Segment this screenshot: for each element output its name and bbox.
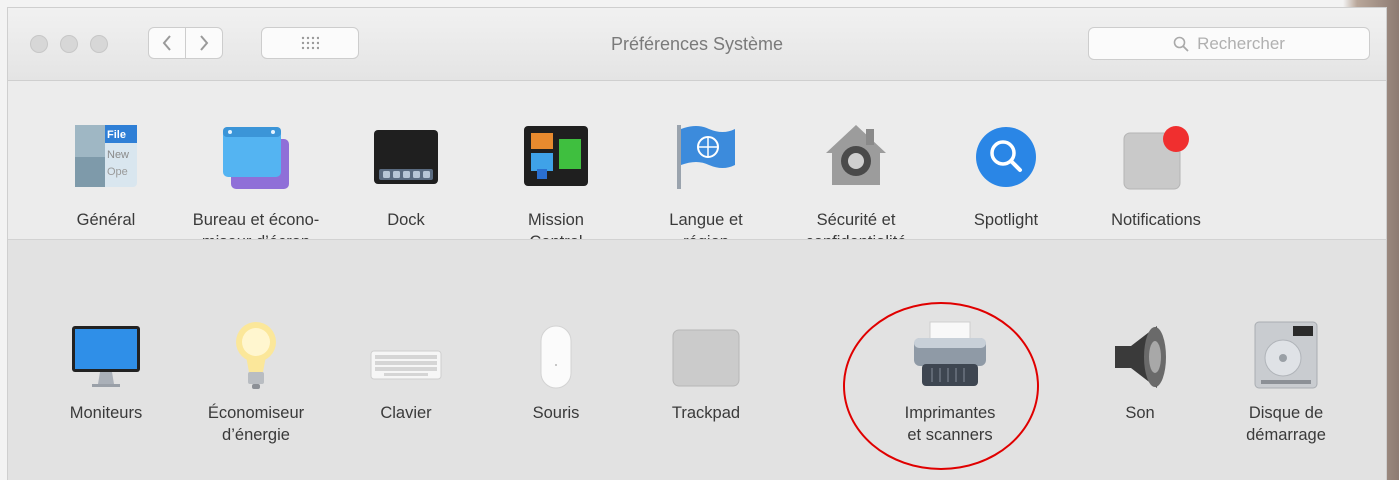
pref-label: Général [76, 211, 136, 229]
displays-icon [72, 326, 140, 387]
pref-displays[interactable]: Moniteurs [31, 240, 181, 480]
svg-text:New: New [107, 149, 129, 161]
pref-energy-saver[interactable]: Économiseur d’énergie [181, 240, 331, 480]
pref-mouse[interactable]: Souris [481, 240, 631, 480]
keyboard-icon [370, 350, 442, 380]
pref-notifications[interactable]: Notifications [1081, 81, 1231, 238]
pref-label: Moniteurs [69, 404, 143, 422]
desktop-screensaver-icon [223, 127, 289, 189]
pref-trackpad[interactable]: Trackpad [631, 240, 781, 480]
titlebar: Préférences Système Rechercher [8, 8, 1386, 81]
pref-startup-disk[interactable]: Disque de démarrage [1211, 240, 1361, 480]
pref-sound[interactable]: Son [1065, 240, 1215, 480]
svg-text:Ope: Ope [107, 166, 128, 178]
system-preferences-window: Préférences Système Rechercher File New … [8, 8, 1386, 480]
preferences-row-hardware: Moniteurs Économiseur d’énergie Clavier … [8, 239, 1386, 480]
search-field[interactable]: Rechercher [1088, 27, 1370, 60]
svg-text:File: File [107, 129, 126, 141]
preferences-row-personal: File New Ope Général Bureau et écono- mi… [8, 81, 1386, 251]
spotlight-icon [976, 127, 1036, 187]
pref-keyboard[interactable]: Clavier [331, 240, 481, 480]
search-icon [1173, 36, 1189, 52]
sound-icon [1115, 326, 1166, 388]
pref-dock[interactable]: Dock [331, 81, 481, 238]
dock-icon [374, 130, 438, 184]
pref-label: Dock [387, 211, 425, 229]
trackpad-icon [672, 329, 740, 387]
pref-printers-scanners[interactable]: Imprimantes et scanners [875, 240, 1025, 480]
pref-spotlight[interactable]: Spotlight [931, 81, 1081, 238]
startup-disk-icon [1254, 321, 1318, 389]
pref-mission-control[interactable]: Mission Control [481, 81, 631, 251]
pref-label: Imprimantes et scanners [904, 404, 996, 444]
security-privacy-icon [826, 125, 886, 185]
search-placeholder: Rechercher [1197, 33, 1285, 53]
language-region-icon [677, 125, 735, 189]
pref-label: Disque de démarrage [1246, 404, 1326, 444]
pref-label: Souris [532, 404, 580, 422]
pref-label: Économiseur d’énergie [207, 404, 305, 444]
pref-label: Son [1125, 404, 1155, 422]
pref-security-privacy[interactable]: Sécurité et confidentialité [781, 81, 931, 251]
mouse-icon [540, 325, 572, 389]
printer-icon [914, 321, 986, 386]
pref-label: Trackpad [671, 404, 741, 422]
pref-label: Clavier [380, 404, 432, 422]
pref-language-region[interactable]: Langue et région [631, 81, 781, 251]
pref-label: Notifications [1111, 211, 1201, 229]
general-icon: File New Ope [75, 125, 137, 187]
energy-saver-icon [236, 322, 276, 389]
notifications-icon [1123, 126, 1189, 190]
mission-control-icon [524, 126, 588, 186]
pref-desktop-screensaver[interactable]: Bureau et écono- miseur d’écran [181, 81, 331, 251]
pref-general[interactable]: File New Ope Général [31, 81, 181, 238]
pref-label: Spotlight [973, 211, 1039, 229]
